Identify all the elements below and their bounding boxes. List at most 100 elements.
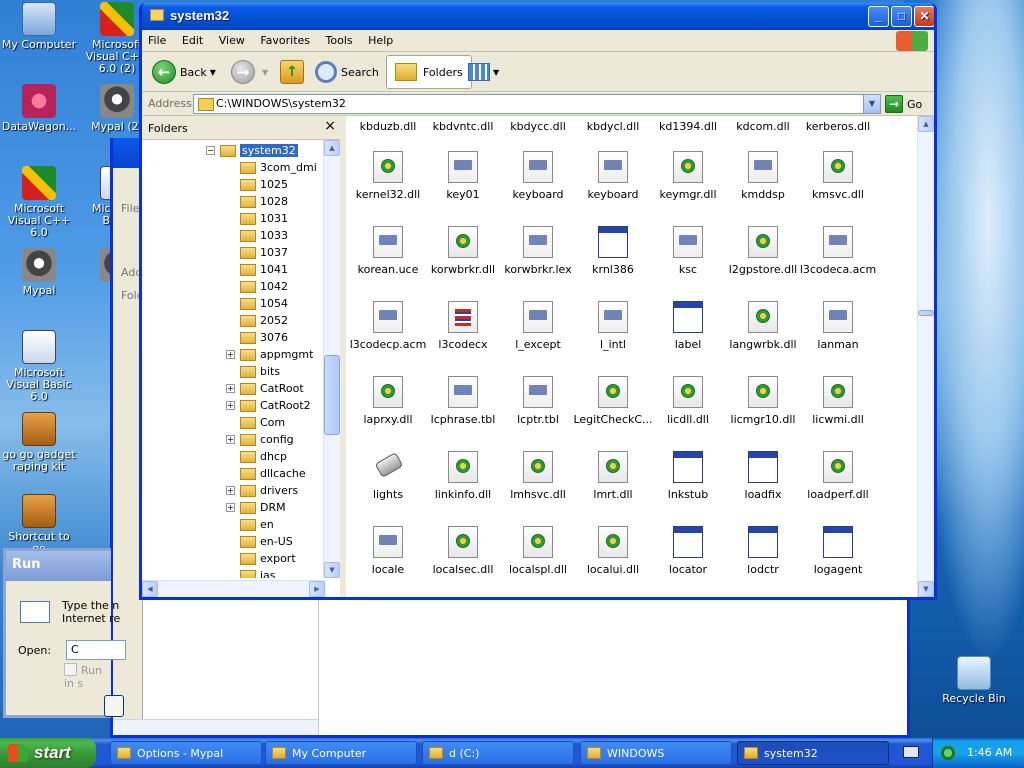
- clock[interactable]: 1:46 AM: [967, 746, 1012, 759]
- expand-icon[interactable]: +: [226, 401, 235, 410]
- file-item[interactable]: locator: [648, 526, 728, 576]
- taskbar-button[interactable]: system32: [737, 741, 889, 765]
- file-item[interactable]: kmsvc.dll: [798, 151, 878, 201]
- file-item[interactable]: kbdycl.dll: [573, 120, 653, 133]
- expand-icon[interactable]: +: [226, 350, 235, 359]
- views-button[interactable]: ▼: [468, 55, 499, 89]
- file-item[interactable]: label: [648, 301, 728, 351]
- file-item[interactable]: localspl.dll: [498, 526, 578, 576]
- folders-button[interactable]: Folders: [386, 55, 472, 89]
- file-list[interactable]: ▲ ▼ kbduzb.dll kbdvntc.dll kbdycc.dll kbdyc…: [346, 116, 934, 597]
- file-item[interactable]: kdcom.dll: [723, 120, 803, 133]
- file-item[interactable]: kmddsp: [723, 151, 803, 201]
- scroll-thumb[interactable]: [324, 355, 340, 435]
- file-item[interactable]: l3codecp.acm: [348, 301, 428, 351]
- file-item[interactable]: laprxy.dll: [348, 376, 428, 426]
- file-item[interactable]: lmhsvc.dll: [498, 451, 578, 501]
- close-button[interactable]: ✕: [914, 6, 934, 27]
- taskbar-button[interactable]: My Computer: [265, 741, 417, 765]
- tree-item[interactable]: dhcp: [240, 448, 287, 465]
- folder-tree-horizontal-scrollbar[interactable]: ◀ ▶: [142, 580, 326, 597]
- tree-item[interactable]: 1033: [240, 227, 288, 244]
- menu-view[interactable]: View: [219, 34, 245, 47]
- file-item[interactable]: lights: [348, 451, 428, 501]
- scroll-thumb[interactable]: [918, 310, 934, 316]
- file-item[interactable]: LegitCheckC...: [573, 376, 653, 426]
- file-item[interactable]: keyboard: [573, 151, 653, 201]
- scroll-up-icon[interactable]: ▲: [324, 140, 340, 156]
- desktop-shortcut[interactable]: Microsoft Visual C++ 6.0: [0, 166, 78, 239]
- tree-item[interactable]: 3076: [240, 329, 288, 346]
- tree-item[interactable]: config: [240, 431, 294, 448]
- desktop-shortcut[interactable]: go go gadget raping kit: [0, 412, 78, 473]
- file-item[interactable]: lcptr.tbl: [498, 376, 578, 426]
- file-item[interactable]: lanman: [798, 301, 878, 351]
- file-item[interactable]: kbdvntc.dll: [423, 120, 503, 133]
- file-item[interactable]: linkinfo.dll: [423, 451, 503, 501]
- tree-item[interactable]: bits: [240, 363, 280, 380]
- taskbar-button[interactable]: d (C:): [422, 741, 574, 765]
- back-button[interactable]: ← Back ▼: [152, 55, 216, 89]
- file-item[interactable]: lodctr: [723, 526, 803, 576]
- tree-item[interactable]: ias: [240, 567, 276, 578]
- window-titlebar[interactable]: system32 _ □ ✕: [142, 3, 934, 30]
- file-item[interactable]: langwrbk.dll: [723, 301, 803, 351]
- minimize-button[interactable]: _: [868, 6, 889, 27]
- tree-item[interactable]: dllcache: [240, 465, 306, 482]
- file-item[interactable]: l3codecx: [423, 301, 503, 351]
- desktop-shortcut[interactable]: Mypal: [0, 248, 78, 297]
- up-button[interactable]: ↑: [280, 55, 304, 89]
- forward-button[interactable]: → ▼: [231, 55, 268, 89]
- taskbar-button[interactable]: Options - Mypal: [110, 741, 262, 765]
- file-item[interactable]: l_except: [498, 301, 578, 351]
- network-icon[interactable]: [941, 746, 955, 760]
- menu-help[interactable]: Help: [368, 34, 393, 47]
- tree-item[interactable]: en: [240, 516, 274, 533]
- menu-edit[interactable]: Edit: [182, 34, 203, 47]
- keyboard-icon[interactable]: [903, 746, 919, 758]
- expand-icon[interactable]: +: [226, 384, 235, 393]
- tree-item[interactable]: 3com_dmi: [240, 159, 317, 176]
- file-item[interactable]: kbdycc.dll: [498, 120, 578, 133]
- file-item[interactable]: licwmi.dll: [798, 376, 878, 426]
- file-item[interactable]: l_intl: [573, 301, 653, 351]
- desktop-shortcut[interactable]: DataWagon...: [0, 84, 78, 133]
- tree-item[interactable]: 1028: [240, 193, 288, 210]
- background-horizontal-scrollbar[interactable]: [113, 719, 318, 735]
- file-list-vertical-scrollbar[interactable]: ▲ ▼: [917, 116, 934, 597]
- file-item[interactable]: lmrt.dll: [573, 451, 653, 501]
- file-item[interactable]: lcphrase.tbl: [423, 376, 503, 426]
- file-item[interactable]: kd1394.dll: [648, 120, 728, 133]
- expand-icon[interactable]: +: [226, 435, 235, 444]
- file-item[interactable]: keyboard: [498, 151, 578, 201]
- run-open-input[interactable]: C: [66, 640, 126, 660]
- tree-item[interactable]: drivers: [240, 482, 298, 499]
- go-button[interactable]: → Go: [885, 94, 922, 114]
- tree-item[interactable]: 1054: [240, 295, 288, 312]
- tree-item[interactable]: Com: [240, 414, 285, 431]
- file-item[interactable]: krnl386: [573, 226, 653, 276]
- explorer-window[interactable]: system32 _ □ ✕ File Edit View Favorites …: [139, 3, 937, 600]
- scroll-down-icon[interactable]: ▼: [324, 562, 340, 578]
- taskbar-button[interactable]: WINDOWS: [580, 741, 732, 765]
- scroll-up-icon[interactable]: ▲: [918, 116, 934, 132]
- file-item[interactable]: loadfix: [723, 451, 803, 501]
- expand-icon[interactable]: +: [226, 486, 235, 495]
- desktop-shortcut[interactable]: Shortcut to go: [0, 494, 78, 555]
- file-item[interactable]: licdll.dll: [648, 376, 728, 426]
- file-item[interactable]: licmgr10.dll: [723, 376, 803, 426]
- desktop-shortcut[interactable]: My Computer: [0, 2, 78, 51]
- file-item[interactable]: lnkstub: [648, 451, 728, 501]
- tree-item[interactable]: export: [240, 550, 296, 567]
- file-item[interactable]: key01: [423, 151, 503, 201]
- desktop-shortcut[interactable]: Recycle Bin: [935, 656, 1013, 705]
- tree-item[interactable]: 1041: [240, 261, 288, 278]
- tree-item[interactable]: 1025: [240, 176, 288, 193]
- file-item[interactable]: kbduzb.dll: [348, 120, 428, 133]
- address-input[interactable]: C:\WINDOWS\system32 ▼: [193, 94, 881, 114]
- file-item[interactable]: logagent: [798, 526, 878, 576]
- tree-item[interactable]: 1037: [240, 244, 288, 261]
- tree-item[interactable]: 1031: [240, 210, 288, 227]
- scroll-right-icon[interactable]: ▶: [309, 581, 325, 597]
- tree-item[interactable]: DRM: [240, 499, 286, 516]
